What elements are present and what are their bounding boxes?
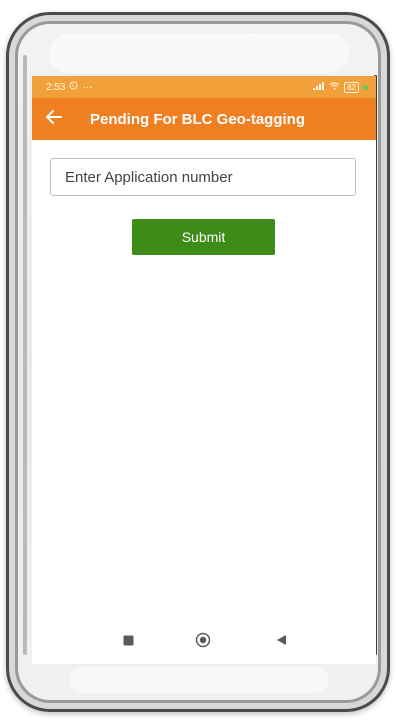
stage: 2:53 ··· 82 Pending For BLC Geo-tagging … <box>0 0 397 720</box>
back-triangle-icon <box>276 633 287 651</box>
home-circle-icon <box>195 632 211 653</box>
system-nav-bar <box>32 618 376 664</box>
phone-bottom-glare <box>69 667 329 693</box>
submit-button[interactable]: Submit <box>132 219 275 255</box>
app-bar: Pending For BLC Geo-tagging <box>32 98 376 140</box>
recents-square-icon <box>123 633 134 651</box>
status-bar: 2:53 ··· 82 <box>32 76 376 98</box>
more-dots-icon: ··· <box>82 81 93 93</box>
charging-dot-icon <box>363 84 368 90</box>
home-button[interactable] <box>193 632 213 652</box>
status-time: 2:53 <box>46 81 66 93</box>
recents-button[interactable] <box>118 632 138 652</box>
arrow-left-icon <box>46 109 62 129</box>
signal-icon <box>313 82 325 92</box>
battery-icon: 82 <box>344 81 359 93</box>
phone-top-glare <box>49 33 349 73</box>
status-left: 2:53 ··· <box>46 81 92 93</box>
status-right: 82 <box>313 81 368 93</box>
back-button[interactable] <box>32 98 76 140</box>
application-number-input[interactable] <box>50 158 356 196</box>
whatsapp-icon <box>69 81 79 93</box>
phone-screen: 2:53 ··· 82 Pending For BLC Geo-tagging … <box>32 76 376 664</box>
phone-left-edge <box>23 55 27 655</box>
page-title: Pending For BLC Geo-tagging <box>90 110 305 128</box>
wifi-icon <box>329 82 340 92</box>
nav-back-button[interactable] <box>271 632 291 652</box>
